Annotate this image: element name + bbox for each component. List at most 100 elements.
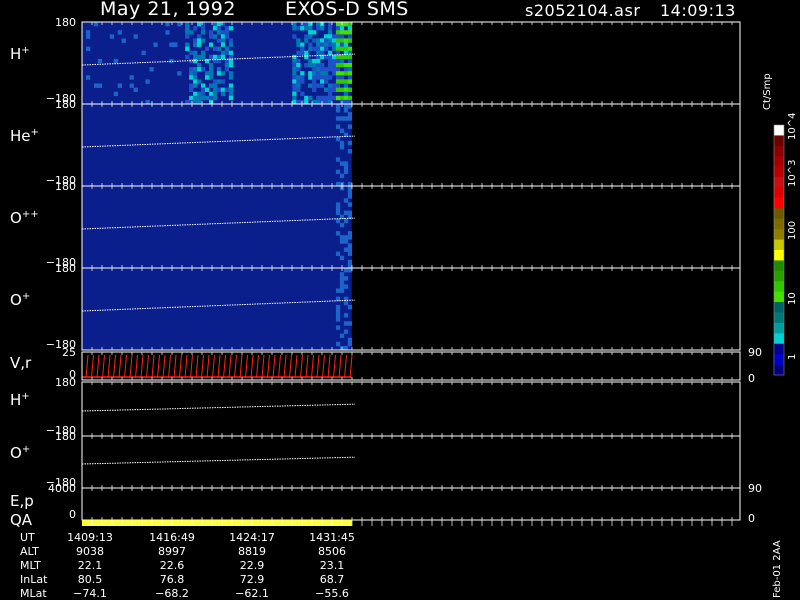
right-tick-min: 0 — [748, 512, 755, 525]
spectrogram-cell — [335, 206, 341, 211]
spectrogram-cell — [312, 79, 317, 84]
velocity-vector — [289, 354, 292, 379]
spectrogram-cell — [320, 95, 325, 101]
spectrogram-cell — [212, 54, 218, 60]
velocity-vector — [206, 354, 210, 379]
table-row-label: MLat — [20, 587, 47, 600]
spectrogram-cell — [343, 247, 349, 252]
spectrogram-cell — [343, 218, 349, 224]
y-tick-max: 180 — [55, 430, 76, 443]
panel-2 — [81, 185, 741, 269]
spectrogram-cell — [224, 34, 230, 39]
velocity-vector — [239, 354, 243, 379]
spectrogram-cell — [201, 50, 206, 56]
spectrogram-cell — [324, 67, 329, 72]
spectrogram-cell — [201, 30, 206, 35]
spectrogram-cell — [141, 50, 146, 56]
spectrogram-cell — [185, 22, 190, 27]
spectrogram-cell — [228, 38, 234, 43]
spectrogram-cell — [335, 83, 341, 88]
spectrogram-cell — [320, 75, 325, 80]
spectrogram-cell — [316, 95, 321, 101]
ion-name: He — [10, 127, 31, 145]
spectrogram-cell — [300, 50, 305, 56]
velocity-vector — [322, 354, 325, 379]
spectrogram-cell — [339, 128, 345, 133]
velocity-vector — [179, 354, 182, 379]
colorbar-swatch — [774, 281, 784, 293]
velocity-vector — [173, 354, 177, 379]
colorbar-swatch — [774, 229, 784, 240]
spectrogram-cell — [228, 63, 234, 68]
spectrogram-cell — [113, 91, 119, 97]
spectrogram-cell — [308, 58, 313, 64]
spectrogram-cell — [312, 87, 317, 92]
spectrogram-cell — [339, 280, 345, 285]
spectrogram-cell — [220, 42, 226, 47]
spectrogram-cell — [343, 54, 349, 60]
spectrogram-cell — [331, 83, 337, 88]
spectrogram-cell — [316, 83, 321, 88]
spectrogram-cell — [335, 313, 341, 318]
spectrogram-cell — [189, 67, 194, 72]
spectrogram-cell — [327, 38, 333, 43]
spectrogram-cell — [343, 169, 349, 174]
spectrogram-cell — [339, 333, 345, 338]
velocity-vector — [129, 354, 133, 379]
velocity-vector — [184, 354, 188, 379]
table-cell: 76.8 — [159, 573, 185, 586]
spectrogram-cell — [197, 91, 202, 97]
spectrogram-cell — [212, 83, 218, 88]
velocity-vector — [91, 354, 94, 379]
spectrogram-cell — [343, 91, 349, 97]
spectrogram-cell — [347, 186, 353, 191]
spectrogram-cell — [193, 38, 198, 43]
spectrogram-cell — [312, 30, 317, 35]
spectrogram-cell — [335, 26, 341, 31]
velocity-vector — [338, 354, 342, 379]
spectrogram-cell — [204, 75, 210, 80]
spectrogram-cell — [212, 46, 218, 51]
colorbar-swatch — [774, 260, 784, 272]
spectrogram-cell — [220, 71, 226, 76]
spectrogram-cell — [331, 58, 337, 64]
spectrogram-cell — [347, 112, 353, 117]
spectrogram-cell — [324, 79, 329, 84]
spectrogram-cell — [343, 329, 349, 334]
spectrogram-cell — [189, 71, 194, 76]
spectrogram-cell — [197, 95, 202, 101]
spectrogram-cell — [220, 54, 226, 60]
spectrogram-cell — [145, 79, 150, 84]
spectrogram-cell — [339, 38, 345, 43]
panel-label-0: H+ — [10, 45, 30, 63]
panel-8 — [82, 520, 733, 526]
spectrogram-cell — [343, 284, 349, 289]
spectrogram-cell — [343, 300, 349, 306]
spectrogram-cell — [228, 95, 234, 101]
spectrogram-cell — [292, 83, 297, 88]
spectrogram-cell — [320, 50, 325, 56]
panel-label-6: O+ — [10, 444, 30, 462]
spectrogram-cell — [292, 34, 297, 39]
spectrogram-cell — [304, 50, 309, 56]
velocity-vector — [245, 354, 248, 379]
spectrogram-cell — [335, 341, 341, 347]
spectrogram-cell — [312, 46, 317, 51]
spectrogram-cell — [220, 79, 226, 84]
spectrogram-cell — [327, 91, 333, 97]
velocity-vector — [256, 354, 259, 379]
spectrogram-cell — [343, 104, 349, 109]
spectrogram-cell — [343, 210, 349, 215]
spectrogram-cell — [312, 75, 317, 80]
spectrogram-cell — [339, 173, 345, 179]
ion-charge: + — [21, 45, 30, 56]
spectrogram-cell — [347, 46, 353, 51]
spectrogram-cell — [347, 124, 353, 129]
spectrogram-cell — [201, 87, 206, 92]
spectrogram-cell — [343, 22, 349, 27]
velocity-vector — [294, 354, 298, 379]
spectrogram-cell — [339, 54, 345, 60]
spectrogram-cell — [335, 54, 341, 60]
ion-name: H — [10, 391, 22, 409]
spectrogram-cell — [339, 161, 345, 166]
